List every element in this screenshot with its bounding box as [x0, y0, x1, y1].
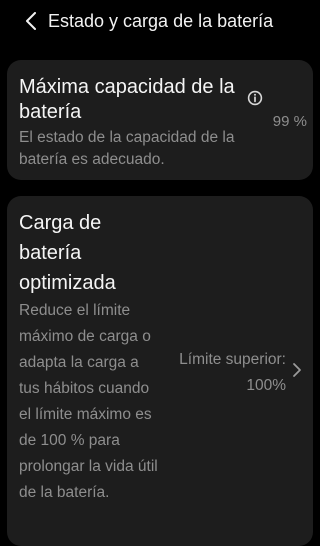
max-capacity-title: Máxima capacidad de la batería: [19, 76, 235, 123]
page-title: Estado y carga de la batería: [48, 11, 274, 31]
max-capacity-value: 99 %: [272, 113, 307, 130]
charging-limit-value: Límite superior: 100%: [179, 351, 286, 394]
optimized-charging-card[interactable]: Carga de batería optimizada Reduce el lí…: [7, 196, 313, 546]
optimized-charging-title: Carga de batería optimizada: [19, 212, 116, 294]
max-capacity-card[interactable]: Máxima capacidad de la batería El estado…: [7, 60, 313, 180]
chevron-right-icon: [293, 363, 301, 377]
back-button[interactable]: [20, 10, 42, 32]
info-icon[interactable]: [247, 90, 263, 106]
back-arrow-icon: [26, 12, 36, 30]
optimized-charging-description: Reduce el límite máximo de carga o adapt…: [19, 302, 158, 501]
top-app-bar: Estado y carga de la batería: [0, 0, 320, 42]
max-capacity-description: El estado de la capacidad de la batería …: [19, 129, 235, 168]
